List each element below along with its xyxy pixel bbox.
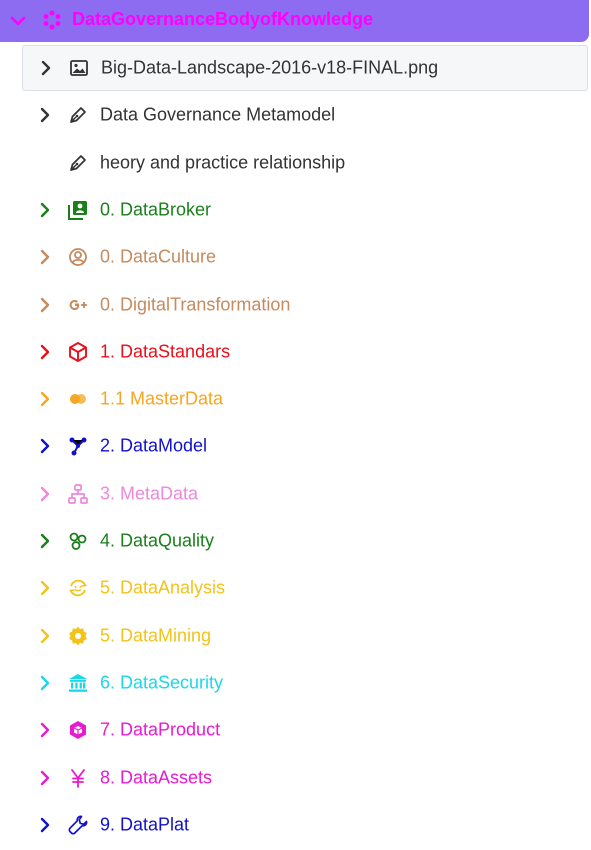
google-plus-icon xyxy=(67,294,89,316)
tree-item[interactable]: 6. DataSecurity xyxy=(22,660,588,706)
tree-item[interactable]: Big-Data-Landscape-2016-v18-FINAL.png xyxy=(22,45,588,91)
chevron-down-icon[interactable] xyxy=(9,12,27,30)
tree-item[interactable]: 1.1 MasterData xyxy=(22,376,588,422)
flower-icon xyxy=(42,10,62,30)
tree-item-label: 5. DataMining xyxy=(100,625,212,646)
tree-item-label: Data Governance Metamodel xyxy=(100,104,336,125)
chevron-right-icon[interactable] xyxy=(36,816,54,834)
tree-item[interactable]: 1. DataStandars xyxy=(22,329,588,375)
nodes-icon xyxy=(67,435,89,457)
tree-item-label: Big-Data-Landscape-2016-v18-FINAL.png xyxy=(101,57,439,78)
tree-item-label: heory and practice relationship xyxy=(100,152,346,173)
tree-item-label: 9. DataPlat xyxy=(100,814,190,835)
tree-item[interactable]: 8. DataAssets xyxy=(22,755,588,801)
mastercard-icon xyxy=(67,388,89,410)
yen-icon xyxy=(67,767,89,789)
chevron-right-icon[interactable] xyxy=(37,59,55,77)
pen-icon xyxy=(67,104,89,126)
image-icon xyxy=(68,57,90,79)
chevron-right-icon[interactable] xyxy=(36,296,54,314)
pen-icon xyxy=(67,152,89,174)
hexagon-box-icon xyxy=(67,719,89,741)
chevron-right-icon[interactable] xyxy=(36,485,54,503)
bank-icon xyxy=(67,672,89,694)
chevron-right-icon[interactable] xyxy=(36,437,54,455)
tree-item-label: 0. DigitalTransformation xyxy=(100,294,291,314)
sitemap-icon xyxy=(67,483,89,505)
tree-item[interactable]: 5. DataMining xyxy=(22,613,588,659)
sync-face-icon xyxy=(67,577,89,599)
tree-item[interactable]: 2. DataModel xyxy=(22,423,588,469)
chevron-right-icon[interactable] xyxy=(36,674,54,692)
tree-item-label: 1. DataStandars xyxy=(100,341,231,362)
chevron-right-icon[interactable] xyxy=(36,721,54,739)
chevron-right-icon[interactable] xyxy=(36,769,54,787)
tree-item-label: 4. DataQuality xyxy=(100,530,215,551)
molecule-icon xyxy=(67,530,89,552)
tree-item[interactable]: 7. DataProduct xyxy=(22,707,588,753)
tree-item-label: 1.1 MasterData xyxy=(100,388,224,409)
tree-root-header[interactable]: DataGovernanceBodyofKnowledge xyxy=(0,0,589,42)
tree-item-label: 2. DataModel xyxy=(100,435,208,456)
contacts-icon xyxy=(67,199,89,221)
tree-item-label: 0. DataCulture xyxy=(100,246,217,267)
tree-item-label: 3. MetaData xyxy=(100,483,199,504)
gear-icon xyxy=(67,625,89,647)
tree-root-title: DataGovernanceBodyofKnowledge xyxy=(72,9,374,29)
chevron-right-icon[interactable] xyxy=(36,390,54,408)
chevron-right-icon[interactable] xyxy=(36,532,54,550)
chevron-right-icon[interactable] xyxy=(36,343,54,361)
tree-item[interactable]: 4. DataQuality xyxy=(22,518,588,564)
tree-item[interactable]: 0. DigitalTransformation xyxy=(22,282,588,328)
tree-item[interactable]: 0. DataBroker xyxy=(22,187,588,233)
tree-item[interactable]: 9. DataPlat xyxy=(22,802,588,848)
chevron-right-icon[interactable] xyxy=(36,248,54,266)
tree-item[interactable]: 3. MetaData xyxy=(22,471,588,517)
tree-item-label: 8. DataAssets xyxy=(100,767,213,787)
tree-item-label: 5. DataAnalysis xyxy=(100,577,226,598)
chevron-right-icon[interactable] xyxy=(36,579,54,597)
wrench-icon xyxy=(67,814,89,836)
chevron-right-icon[interactable] xyxy=(36,106,54,124)
tree-item[interactable]: 0. DataCulture xyxy=(22,234,588,280)
chevron-right-icon[interactable] xyxy=(36,627,54,645)
tree-item-label: 7. DataProduct xyxy=(100,719,221,740)
tree-item-label: 0. DataBroker xyxy=(100,199,212,220)
tree-item[interactable]: 5. DataAnalysis xyxy=(22,565,588,611)
unity-icon xyxy=(67,341,89,363)
tree-item[interactable]: Data Governance Metamodel xyxy=(22,92,588,138)
tree-item-label: 6. DataSecurity xyxy=(100,672,224,693)
user-circle-icon xyxy=(67,246,89,268)
tree-item[interactable]: heory and practice relationship xyxy=(22,140,588,186)
chevron-right-icon[interactable] xyxy=(36,201,54,219)
